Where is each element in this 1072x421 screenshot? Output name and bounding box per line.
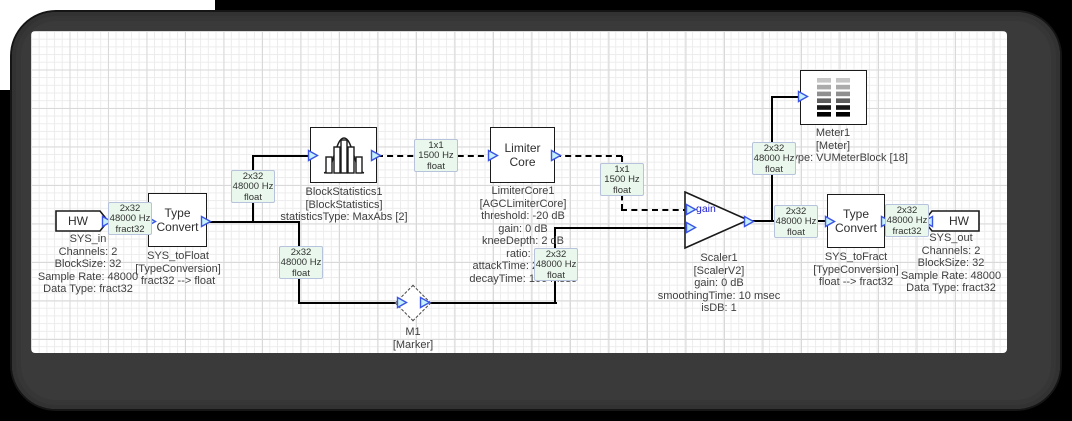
- label-line: fract32: [892, 225, 922, 237]
- block-meter[interactable]: [800, 70, 867, 125]
- caption-line: Data Type: fract32: [906, 282, 996, 294]
- caption-line: Channels: 2: [921, 244, 981, 257]
- output-pin[interactable]: [200, 215, 212, 228]
- caption-line: statisticsType: MaxAbs [2]: [280, 211, 408, 223]
- caption-line: [TypeConversion]: [813, 263, 899, 276]
- wire-segment[interactable]: [427, 302, 557, 305]
- marker-caption: M1 [Marker]: [393, 326, 433, 351]
- instance-name: M1: [405, 326, 421, 338]
- label-line: float: [787, 226, 805, 238]
- wire-type-label: 2x32 48000 Hz float: [231, 170, 275, 203]
- diagram-canvas[interactable]: HW Type Convert Limiter Core gain Type C…: [31, 31, 1007, 353]
- label-line: float: [244, 191, 262, 203]
- caption-line: BlockSize: 32: [917, 257, 985, 269]
- instance-name: BlockStatistics1: [305, 186, 383, 198]
- caption-line: [Marker]: [392, 338, 434, 351]
- caption-line: Sample Rate: 48000: [37, 270, 139, 283]
- wire-segment[interactable]: [298, 302, 398, 305]
- caption-line: fract32 --> float: [140, 275, 216, 287]
- output-pin[interactable]: [550, 149, 562, 162]
- dashed-wire-segment[interactable]: [555, 155, 622, 157]
- type-convert-in-caption: SYS_toFloat [TypeConversion] fract32 -->…: [135, 250, 221, 288]
- block-limiter-core[interactable]: Limiter Core: [490, 127, 555, 183]
- caption-line: [BlockStatistics]: [305, 198, 383, 211]
- vu-meter-icon: [816, 77, 850, 117]
- block-title-line: Core: [509, 155, 536, 169]
- label-line: float: [547, 269, 565, 281]
- caption-line: BlockSize: 32: [54, 258, 122, 270]
- hw-block-title: HW: [68, 214, 88, 228]
- input-pin[interactable]: [487, 149, 499, 162]
- block-title-line: Type: [842, 207, 869, 221]
- scaler-caption: Scaler1 [ScalerV2] gain: 0 dB smoothingT…: [658, 252, 780, 315]
- wire-type-label: 2x32 48000 Hz float: [534, 248, 578, 281]
- instance-name: Meter1: [815, 127, 851, 139]
- input-pin[interactable]: [797, 90, 809, 103]
- label-line: float: [765, 163, 783, 175]
- label-line: float: [292, 267, 310, 279]
- caption-line: [AGCLimiterCore]: [479, 197, 567, 210]
- wire-type-label: 2x32 48000 Hz float: [752, 142, 796, 175]
- signal-input-pin[interactable]: [685, 221, 697, 234]
- gain-pin-label: gain: [696, 203, 716, 215]
- window-frame: HW Type Convert Limiter Core gain Type C…: [12, 12, 1060, 409]
- wire-type-label: 2x32 48000 Hz float: [279, 246, 323, 279]
- wire-type-label: 2x32 48000 Hz fract32: [885, 204, 929, 237]
- caption-line: Sample Rate: 48000: [900, 269, 1002, 282]
- caption-line: kneeDepth: 2 dB: [482, 235, 564, 247]
- instance-name: LimiterCore1: [491, 185, 555, 197]
- caption-line: gain: 0 dB: [498, 222, 548, 235]
- input-pin[interactable]: [307, 149, 319, 162]
- caption-line: gain: 0 dB: [694, 277, 744, 289]
- sys-in-caption: SYS_in Channels: 2 BlockSize: 32 Sample …: [38, 233, 138, 296]
- block-title-line: Limiter: [504, 141, 541, 155]
- label-line: float: [613, 184, 631, 196]
- input-pin[interactable]: [824, 215, 836, 228]
- input-pin[interactable]: [396, 296, 408, 309]
- screenshot-stage: HW Type Convert Limiter Core gain Type C…: [0, 0, 1072, 421]
- wire-type-label: 2x32 48000 Hz fract32: [108, 202, 152, 235]
- label-line: fract32: [115, 223, 145, 235]
- output-pin[interactable]: [419, 296, 431, 309]
- dashed-wire-segment[interactable]: [621, 209, 689, 211]
- label-line: float: [427, 160, 445, 172]
- caption-line: smoothingTime: 10 msec: [657, 289, 781, 302]
- sys-out-caption: SYS_out Channels: 2 BlockSize: 32 Sample…: [901, 232, 1001, 295]
- block-title-line: Type: [164, 206, 191, 220]
- instance-name: Scaler1: [700, 252, 738, 264]
- instance-name: SYS_toFloat: [147, 250, 209, 262]
- instance-name: SYS_toFract: [824, 251, 888, 263]
- caption-line: Data Type: fract32: [43, 283, 133, 295]
- output-pin[interactable]: [743, 215, 755, 228]
- caption-line: [TypeConversion]: [135, 262, 221, 275]
- caption-line: float --> fract32: [818, 276, 894, 288]
- block-title-line: Convert: [834, 221, 878, 235]
- hw-block-title: HW: [949, 214, 969, 228]
- caption-line: Channels: 2: [58, 245, 118, 258]
- histogram-icon: [323, 137, 364, 174]
- block-title-line: Convert: [156, 220, 199, 234]
- wire-type-label: 1x1 1500 Hz float: [600, 163, 644, 196]
- caption-line: isDB: 1: [701, 302, 737, 314]
- block-block-statistics[interactable]: [310, 127, 377, 183]
- type-convert-out-caption: SYS_toFract [TypeConversion] float --> f…: [813, 251, 899, 289]
- caption-line: threshold: -20 dB: [481, 210, 565, 222]
- wire-type-label: 1x1 1500 Hz float: [414, 139, 458, 172]
- block-statistics-caption: BlockStatistics1 [BlockStatistics] stati…: [280, 186, 407, 224]
- caption-line: [ScalerV2]: [693, 264, 745, 277]
- wire-segment[interactable]: [252, 155, 311, 158]
- wire-type-label: 2x32 48000 Hz float: [774, 205, 818, 238]
- output-pin[interactable]: [370, 149, 382, 162]
